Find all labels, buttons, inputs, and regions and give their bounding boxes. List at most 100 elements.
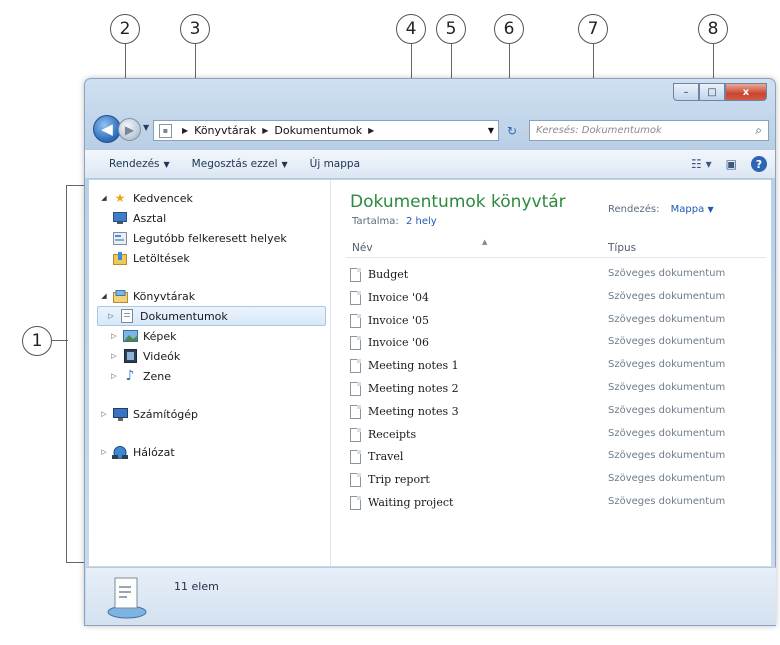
file-row[interactable]: Waiting project Szöveges dokumentum [346,492,766,515]
nav-network[interactable]: ▷ Hálózat [89,442,330,462]
item-count: 11 elem [174,580,219,593]
new-folder-button[interactable]: Új mappa [310,158,360,170]
file-type: Szöveges dokumentum [608,336,726,348]
nav-computer-label: Számítógép [133,407,199,421]
nav-item-label: Zene [143,369,172,383]
toolbar-right-tools: ☷ ▾ ▣ ? [691,156,767,172]
videos-icon [122,349,138,363]
text-document-icon [350,450,361,465]
address-bar[interactable]: ▪ ▶ Könyvtárak ▶ Dokumentumok ▶ ▼ [153,120,499,141]
breadcrumb-documents[interactable]: Dokumentumok [274,124,362,137]
refresh-icon[interactable]: ↻ [501,120,523,141]
preview-pane-icon[interactable]: ▣ [726,157,737,171]
file-type: Szöveges dokumentum [608,313,726,325]
file-name: Budget [368,268,409,281]
search-icon[interactable]: ⌕ [755,123,762,138]
column-headers: Név ▲ Típus [346,236,766,258]
command-bar: Rendezés ▼ Megosztás ezzel ▼ Új mappa ☷ ▾ … [85,149,775,179]
expand-arrow-icon[interactable]: ▷ [109,332,119,340]
nav-item-label: Asztal [133,211,167,225]
expand-arrow-icon[interactable]: ▷ [109,372,119,380]
nav-item-documents[interactable]: ▷ Dokumentumok [97,306,326,326]
documents-icon [119,309,135,323]
nav-item-recent-places[interactable]: Legutóbb felkeresett helyek [89,228,330,248]
nav-item-music[interactable]: ▷ ♪ Zene [89,366,330,386]
column-header-type[interactable]: Típus [608,242,636,254]
breadcrumb-separator-icon[interactable]: ▶ [368,126,374,135]
nav-item-videos[interactable]: ▷ Videók [89,346,330,366]
breadcrumb-separator-icon[interactable]: ▶ [182,126,188,135]
close-button[interactable]: x [725,83,767,101]
callout-bracket-1-top [66,185,84,186]
help-icon[interactable]: ? [751,156,767,172]
text-document-icon [350,495,361,510]
computer-icon [112,407,128,421]
text-document-icon [350,381,361,396]
file-name: Meeting notes 3 [368,404,459,418]
nav-item-downloads[interactable]: Letöltések [89,248,330,268]
file-type: Szöveges dokumentum [608,450,726,462]
text-document-icon [350,268,361,282]
search-input[interactable]: Keresés: Dokumentumok ⌕ [529,120,769,141]
nav-item-pictures[interactable]: ▷ Képek [89,326,330,346]
star-icon: ★ [114,191,126,205]
file-name: Receipts [368,427,417,441]
share-menu[interactable]: Megosztás ezzel ▼ [192,158,288,170]
file-row[interactable]: Receipts Szöveges dokumentum [346,424,766,447]
minimize-button[interactable]: – [673,83,699,101]
column-header-name[interactable]: Név [352,242,373,254]
callout-6: 6 [494,14,524,44]
organize-menu[interactable]: Rendezés ▼ [109,158,170,170]
file-pane: Dokumentumok könyvtár Tartalma: 2 hely R… [332,180,771,566]
file-row[interactable]: Invoice '04 Szöveges dokumentum [346,287,766,310]
back-button[interactable]: ◀ [93,115,121,143]
forward-button[interactable]: ▶ [118,118,141,141]
callout-7: 7 [578,14,608,44]
nav-favorites[interactable]: ◢ ★ Kedvencek [89,188,330,208]
expand-arrow-icon[interactable]: ◢ [99,194,109,202]
maximize-button[interactable]: □ [699,83,725,101]
file-row[interactable]: Budget Szöveges dokumentum [346,264,766,287]
file-name: Invoice '04 [368,290,429,304]
nav-computer[interactable]: ▷ Számítógép [89,404,330,424]
callout-5: 5 [436,14,466,44]
nav-libraries-label: Könyvtárak [133,289,196,303]
file-row[interactable]: Travel Szöveges dokumentum [346,446,766,469]
content-area: ◢ ★ Kedvencek Asztal Legutóbb felkereset… [89,180,771,566]
expand-arrow-icon[interactable]: ▷ [109,352,119,360]
file-row[interactable]: Trip report Szöveges dokumentum [346,469,766,492]
breadcrumb-separator-icon[interactable]: ▶ [262,126,268,135]
file-row[interactable]: Meeting notes 2 Szöveges dokumentum [346,378,766,401]
change-view-icon[interactable]: ☷ ▾ [691,157,712,171]
arrange-by: Rendezés: Mappa ▼ [608,204,714,215]
library-location-icon: ▪ [159,123,172,138]
breadcrumb-libraries[interactable]: Könyvtárak [194,124,256,137]
callout-1: 1 [22,326,52,356]
library-includes-label: Tartalma: [352,216,399,227]
nav-libraries[interactable]: ◢ Könyvtárak [89,286,330,306]
explorer-window: – □ x ◀ ▶ ▼ ▪ ▶ Könyvtárak ▶ Dokumentumo… [84,78,776,626]
file-type: Szöveges dokumentum [608,359,726,371]
network-icon [112,445,128,459]
file-name: Travel [368,450,404,464]
file-row[interactable]: Meeting notes 3 Szöveges dokumentum [346,401,766,424]
nav-network-label: Hálózat [133,445,175,459]
file-list: Budget Szöveges dokumentum Invoice '04 Szöv… [346,264,766,515]
callout-4: 4 [396,14,426,44]
expand-arrow-icon[interactable]: ▷ [99,448,109,456]
expand-arrow-icon[interactable]: ▷ [106,312,116,320]
file-type: Szöveges dokumentum [608,473,726,485]
file-row[interactable]: Invoice '06 Szöveges dokumentum [346,332,766,355]
search-placeholder: Keresés: Dokumentumok [536,125,662,136]
nav-item-desktop[interactable]: Asztal [89,208,330,228]
library-locations-link[interactable]: 2 hely [406,216,437,227]
arrange-by-dropdown[interactable]: Mappa ▼ [671,204,714,215]
recent-pages-dropdown-icon[interactable]: ▼ [143,123,149,132]
downloads-folder-icon [112,251,128,265]
expand-arrow-icon[interactable]: ◢ [99,292,109,300]
file-row[interactable]: Invoice '05 Szöveges dokumentum [346,310,766,333]
address-dropdown-icon[interactable]: ▼ [488,126,494,135]
file-row[interactable]: Meeting notes 1 Szöveges dokumentum [346,355,766,378]
expand-arrow-icon[interactable]: ▷ [99,410,109,418]
nav-item-label: Legutóbb felkeresett helyek [133,231,287,245]
